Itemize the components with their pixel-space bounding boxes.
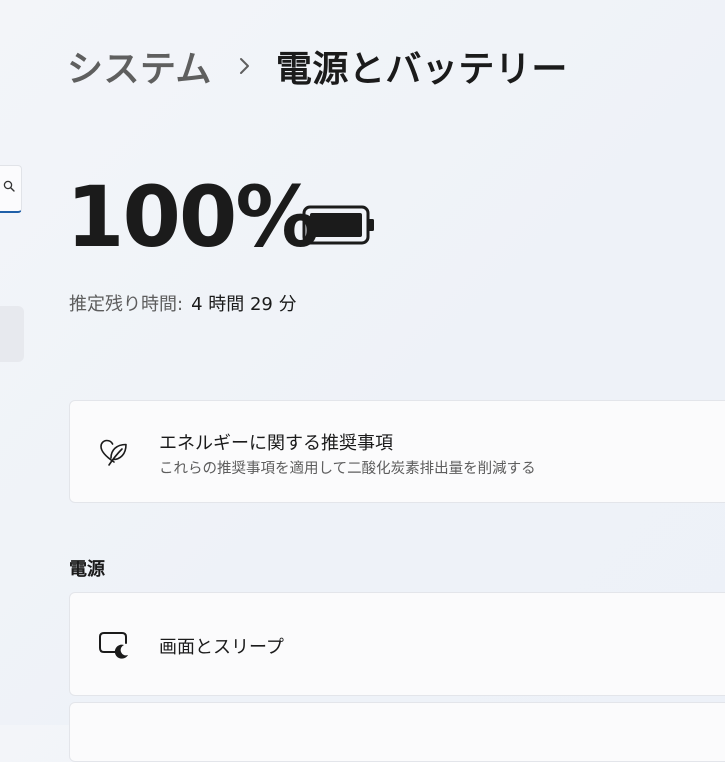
sidebar-item-system-selected[interactable] (0, 306, 24, 362)
screen-sleep-label: 画面とスリープ (159, 637, 284, 658)
battery-percentage: 100% (66, 168, 320, 266)
energy-card-title: エネルギーに関する推奨事項 (159, 433, 393, 454)
next-setting-card[interactable] (69, 702, 725, 762)
leaf-heart-icon (100, 439, 127, 466)
energy-recommendations-card[interactable]: エネルギーに関する推奨事項 これらの推奨事項を適用して二酸化炭素排出量を削減する (69, 400, 725, 503)
energy-card-description: これらの推奨事項を適用して二酸化炭素排出量を削減する (159, 461, 536, 477)
power-section-title: 電源 (69, 559, 105, 580)
search-input[interactable] (0, 165, 22, 213)
breadcrumb-parent[interactable]: システム (67, 40, 212, 92)
remaining-label: 推定残り時間: (69, 294, 184, 315)
remaining-value: 4 時間 29 分 (191, 294, 297, 315)
battery-fill-level (310, 213, 362, 237)
chevron-right-icon (239, 58, 249, 74)
breadcrumb: システム 電源とバッテリー (67, 40, 568, 92)
search-icon (3, 180, 15, 192)
screen-and-sleep-card[interactable]: 画面とスリープ (69, 592, 725, 696)
page-title: 電源とバッテリー (275, 49, 568, 90)
estimated-remaining-time: 推定残り時間: 4 時間 29 分 (69, 290, 297, 316)
battery-icon (302, 205, 374, 245)
screen-sleep-icon (99, 632, 128, 659)
